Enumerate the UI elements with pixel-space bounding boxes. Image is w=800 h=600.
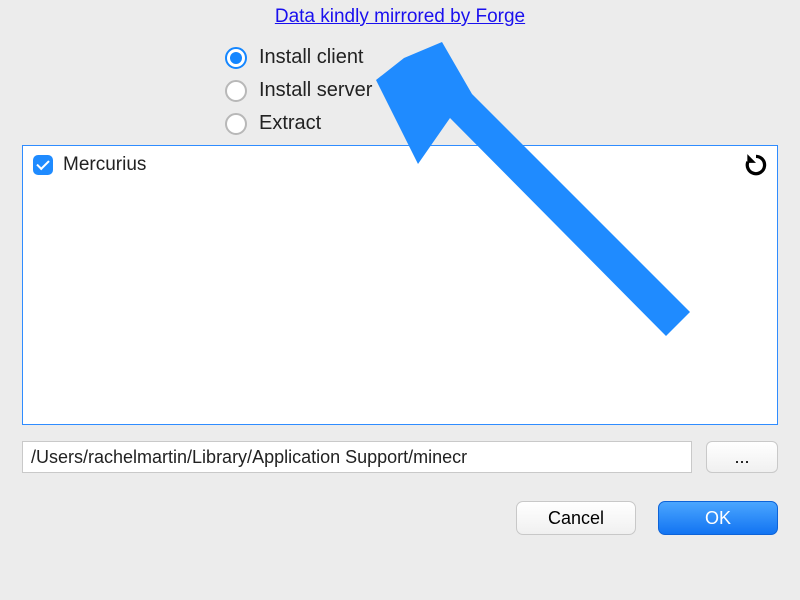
list-item-label: Mercurius bbox=[63, 154, 146, 176]
radio-label: Install client bbox=[259, 46, 364, 69]
radio-extract[interactable]: Extract bbox=[225, 112, 800, 135]
radio-install-client[interactable]: Install client bbox=[225, 46, 800, 69]
checkbox-icon[interactable] bbox=[33, 155, 53, 175]
ok-button[interactable]: OK bbox=[658, 501, 778, 535]
refresh-icon[interactable] bbox=[743, 152, 769, 178]
mirror-link[interactable]: Data kindly mirrored by Forge bbox=[275, 6, 525, 27]
optional-components-panel: Mercurius bbox=[22, 145, 778, 425]
radio-icon bbox=[225, 47, 247, 69]
radio-install-server[interactable]: Install server bbox=[225, 79, 800, 102]
radio-icon bbox=[225, 80, 247, 102]
radio-label: Extract bbox=[259, 112, 321, 135]
browse-button[interactable]: ... bbox=[706, 441, 778, 473]
radio-label: Install server bbox=[259, 79, 372, 102]
cancel-button[interactable]: Cancel bbox=[516, 501, 636, 535]
install-path-input[interactable]: /Users/rachelmartin/Library/Application … bbox=[22, 441, 692, 473]
radio-icon bbox=[225, 113, 247, 135]
install-mode-radio-group: Install client Install server Extract bbox=[225, 46, 800, 135]
list-item[interactable]: Mercurius bbox=[33, 154, 767, 176]
